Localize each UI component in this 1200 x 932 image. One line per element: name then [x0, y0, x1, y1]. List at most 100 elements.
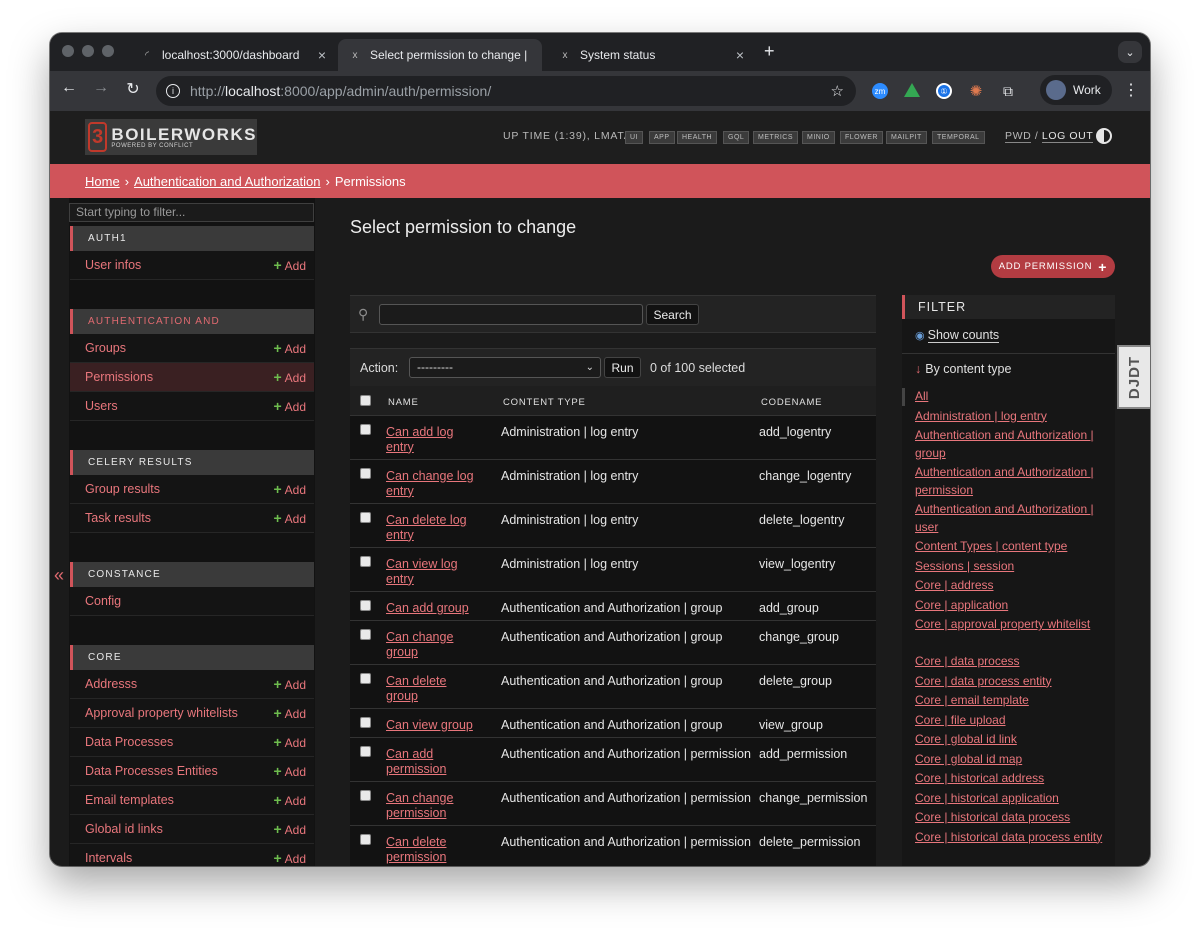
row-checkbox[interactable]: [360, 717, 371, 728]
permission-name-link[interactable]: Can delete permission: [386, 835, 478, 864]
permission-name-link[interactable]: Can delete log entry: [386, 513, 478, 542]
permission-name-link[interactable]: Can change log entry: [386, 469, 478, 498]
add-link[interactable]: + Add: [273, 728, 306, 757]
filter-option[interactable]: Administration | log entry: [915, 408, 1110, 426]
permission-name-link[interactable]: Can delete group: [386, 674, 478, 703]
sidebar-item[interactable]: Email templates + Add: [70, 786, 314, 815]
filter-option[interactable]: Sessions | session: [915, 558, 1110, 576]
filter-option[interactable]: Core | address: [915, 577, 1110, 595]
collapse-sidebar-icon[interactable]: «: [54, 565, 64, 586]
permission-name-link[interactable]: Can add log entry: [386, 425, 478, 454]
add-link[interactable]: + Add: [273, 757, 306, 786]
select-all-checkbox[interactable]: [360, 395, 371, 406]
filter-option[interactable]: Content Types | content type: [915, 538, 1110, 556]
module-caption[interactable]: CONSTANCE: [70, 562, 314, 587]
tab-permissions[interactable]: x Select permission to change |: [338, 39, 542, 71]
module-caption[interactable]: AUTH1: [70, 226, 314, 251]
add-permission-button[interactable]: ADD PERMISSION +: [991, 255, 1115, 278]
filter-option[interactable]: Core | file upload: [915, 712, 1110, 730]
sidebar-item[interactable]: Global id links + Add: [70, 815, 314, 844]
forward-button[interactable]: →: [89, 79, 113, 97]
close-tab-icon[interactable]: ×: [318, 47, 326, 63]
close-tab-icon[interactable]: ×: [736, 47, 744, 63]
sidebar-item[interactable]: Addresss + Add: [70, 670, 314, 699]
add-link[interactable]: + Add: [273, 670, 306, 699]
tab-search-button[interactable]: ⌄: [1118, 41, 1142, 63]
sidebar-item[interactable]: Groups + Add: [70, 334, 314, 363]
filter-option[interactable]: Core | global id map: [915, 751, 1110, 769]
minimize-window-button[interactable]: [82, 45, 94, 57]
show-counts-link[interactable]: ◉ Show counts: [915, 328, 1000, 343]
permission-name-link[interactable]: Can change permission: [386, 791, 478, 820]
reload-button[interactable]: ↻: [121, 79, 145, 99]
column-header-content-type[interactable]: CONTENT TYPE: [503, 397, 586, 408]
service-link-metrics[interactable]: METRICS: [753, 131, 798, 144]
browser-menu-icon[interactable]: ⋮: [1123, 80, 1139, 100]
theme-toggle-icon[interactable]: [1096, 128, 1112, 144]
permission-name-link[interactable]: Can view group: [386, 718, 478, 733]
search-input[interactable]: [379, 304, 643, 325]
site-info-icon[interactable]: i: [166, 84, 180, 98]
debug-toolbar-handle[interactable]: DJDT: [1117, 345, 1150, 409]
add-link[interactable]: + Add: [273, 392, 306, 421]
profile-button[interactable]: Work: [1040, 75, 1112, 105]
password-change-link[interactable]: PWD: [1005, 130, 1032, 143]
row-checkbox[interactable]: [360, 424, 371, 435]
sidebar-item[interactable]: User infos + Add: [70, 251, 314, 280]
add-link[interactable]: + Add: [273, 844, 306, 866]
password-extension-icon[interactable]: ①: [936, 83, 952, 99]
zoom-extension-icon[interactable]: zm: [872, 83, 888, 99]
filter-option[interactable]: Core | historical data process: [915, 809, 1110, 827]
tab-dashboard[interactable]: ◜ localhost:3000/dashboard ×: [130, 39, 336, 71]
run-action-button[interactable]: Run: [604, 357, 641, 378]
permission-name-link[interactable]: Can add permission: [386, 747, 478, 776]
new-tab-button[interactable]: +: [764, 41, 775, 62]
permission-name-link[interactable]: Can add group: [386, 601, 478, 616]
sidebar-item[interactable]: Users + Add: [70, 392, 314, 421]
sidebar-item[interactable]: Group results + Add: [70, 475, 314, 504]
filter-by-content-type[interactable]: ↓ By content type: [915, 362, 1011, 376]
permission-name-link[interactable]: Can view log entry: [386, 557, 478, 586]
sidebar-filter-input[interactable]: Start typing to filter...: [69, 203, 314, 222]
breadcrumb-home-link[interactable]: Home: [85, 174, 120, 189]
sidebar-item[interactable]: Data Processes + Add: [70, 728, 314, 757]
row-checkbox[interactable]: [360, 468, 371, 479]
address-bar[interactable]: i http://localhost:8000/app/admin/auth/p…: [156, 76, 856, 106]
row-checkbox[interactable]: [360, 600, 371, 611]
module-caption[interactable]: CORE: [70, 645, 314, 670]
add-link[interactable]: + Add: [273, 363, 306, 392]
add-link[interactable]: + Add: [273, 475, 306, 504]
site-logo[interactable]: 3 BOILERWORKS POWERED BY CONFLICT: [85, 119, 257, 155]
sidebar-item[interactable]: Data Processes Entities + Add: [70, 757, 314, 786]
row-checkbox[interactable]: [360, 556, 371, 567]
service-link-minio[interactable]: MINIO: [802, 131, 835, 144]
column-header-codename[interactable]: CODENAME: [761, 397, 822, 408]
permission-name-link[interactable]: Can change group: [386, 630, 478, 659]
logout-link[interactable]: LOG OUT: [1041, 130, 1094, 143]
bookmark-star-icon[interactable]: ☆: [831, 82, 844, 100]
extensions-puzzle-icon[interactable]: ⧉: [1000, 83, 1016, 99]
filter-option[interactable]: Core | historical data process entity: [915, 829, 1110, 847]
filter-option[interactable]: Core | global id link: [915, 731, 1110, 749]
add-link[interactable]: + Add: [273, 699, 306, 728]
action-select[interactable]: --------- ⌄: [409, 357, 601, 378]
service-link-ui[interactable]: UI: [625, 131, 643, 144]
back-button[interactable]: ←: [57, 79, 81, 97]
row-checkbox[interactable]: [360, 629, 371, 640]
tab-system-status[interactable]: x System status ×: [548, 39, 754, 71]
add-link[interactable]: + Add: [273, 504, 306, 533]
filter-option[interactable]: Core | data process entity: [915, 673, 1110, 691]
row-checkbox[interactable]: [360, 746, 371, 757]
filter-option[interactable]: Core | application: [915, 597, 1110, 615]
filter-option[interactable]: Core | email template: [915, 692, 1110, 710]
add-link[interactable]: + Add: [273, 334, 306, 363]
filter-option[interactable]: Core | data process: [915, 653, 1110, 671]
sidebar-item[interactable]: Config: [70, 587, 314, 616]
service-link-flower[interactable]: FLOWER: [840, 131, 883, 144]
row-checkbox[interactable]: [360, 834, 371, 845]
service-link-app[interactable]: APP: [649, 131, 675, 144]
claude-extension-icon[interactable]: ✺: [968, 83, 984, 100]
zoom-window-button[interactable]: [102, 45, 114, 57]
filter-option[interactable]: Core | approval property whitelist: [915, 616, 1110, 634]
add-link[interactable]: + Add: [273, 815, 306, 844]
